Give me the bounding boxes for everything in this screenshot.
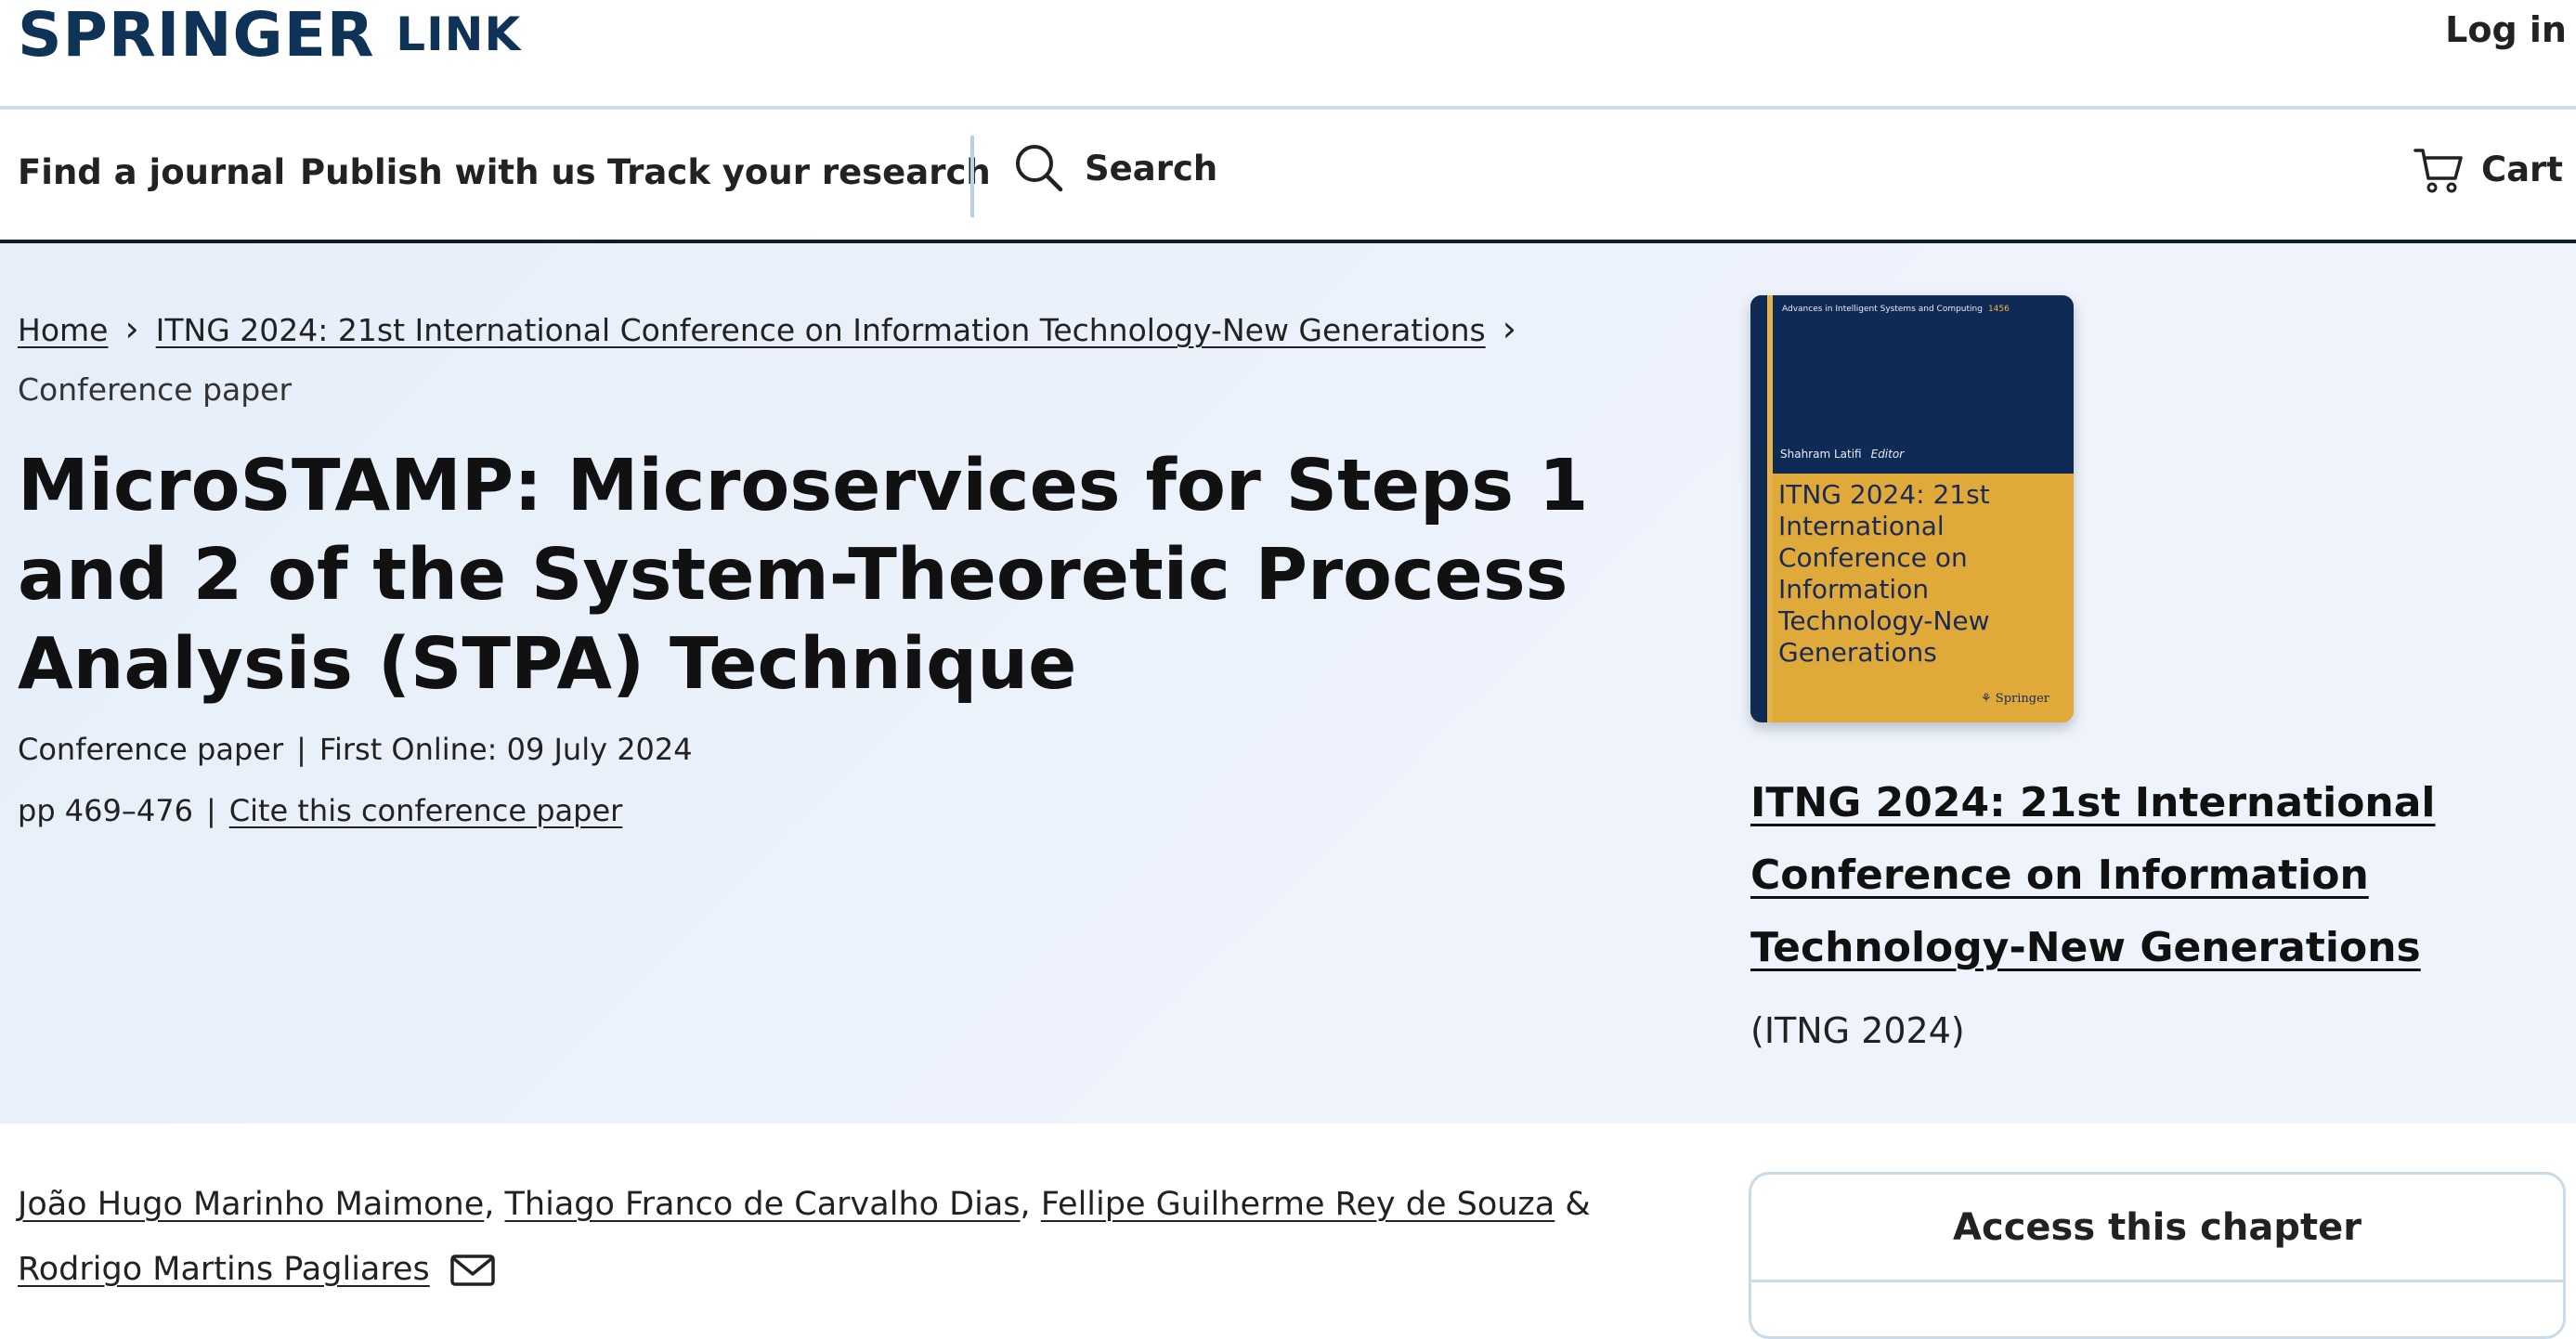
cover-editor-name: Shahram Latifi	[1780, 448, 1862, 461]
nav-publish-with-us[interactable]: Publish with us	[300, 152, 596, 192]
search-label: Search	[1085, 148, 1218, 188]
top-bar: SPRINGER LINK Log in	[0, 0, 2576, 110]
page-range: pp 469–476	[18, 793, 193, 828]
search-icon	[1016, 145, 1063, 192]
cover-editor-role: Editor	[1870, 448, 1905, 461]
nav-track-research[interactable]: Track your research	[607, 152, 991, 192]
cart-icon	[2413, 149, 2463, 193]
book-title-link[interactable]: ITNG 2024: 21st International Conference…	[1750, 767, 2568, 984]
pages-meta: pp 469–476 | Cite this conference paper	[18, 793, 623, 828]
cover-spine-stripe	[1767, 295, 1773, 722]
search-button[interactable]: Search	[1014, 143, 1217, 193]
springer-link-logo[interactable]: SPRINGER LINK	[18, 0, 522, 71]
cover-title: ITNG 2024: 21st International Conference…	[1778, 479, 1990, 668]
publication-meta: Conference paper | First Online: 09 July 2…	[18, 732, 693, 767]
breadcrumb: Home › ITNG 2024: 21st International Confe…	[18, 299, 1652, 420]
article-hero: Home › ITNG 2024: 21st International Confe…	[0, 243, 2576, 1124]
brand-part1: SPRINGER	[18, 0, 375, 71]
cover-publisher-name: Springer	[1995, 692, 2049, 706]
cover-series-name: Advances in Intelligent Systems and Comp…	[1782, 305, 1983, 314]
cover-series: Advances in Intelligent Systems and Comp…	[1782, 305, 2010, 314]
nav-find-journal[interactable]: Find a journal	[18, 152, 285, 192]
main-nav: Find a journal Publish with us Track you…	[0, 110, 2576, 243]
author-link[interactable]: Fellipe Guilherme Rey de Souza	[1041, 1186, 1555, 1223]
cite-link[interactable]: Cite this conference paper	[229, 793, 623, 828]
cover-spine	[1750, 295, 1767, 722]
chevron-right-icon: ›	[1502, 308, 1516, 349]
breadcrumb-home[interactable]: Home	[18, 312, 108, 348]
author-link[interactable]: João Hugo Marinho Maimone	[18, 1186, 484, 1223]
book-cover-image[interactable]: Advances in Intelligent Systems and Comp…	[1750, 295, 2074, 722]
author-conjunction: &	[1565, 1186, 1591, 1223]
cover-publisher: ⚘ Springer	[1981, 692, 2049, 706]
first-online-date: First Online: 09 July 2024	[319, 732, 693, 767]
chevron-right-icon: ›	[124, 308, 139, 349]
content-type: Conference paper	[18, 732, 284, 767]
cover-series-number: 1456	[1987, 305, 2010, 314]
breadcrumb-conference[interactable]: ITNG 2024: 21st International Conference…	[156, 312, 1486, 348]
author-link[interactable]: Thiago Franco de Carvalho Dias	[505, 1186, 1021, 1223]
cart-button[interactable]: Cart	[2413, 143, 2563, 195]
brand-part2: LINK	[396, 7, 522, 61]
access-chapter-box: Access this chapter	[1749, 1172, 2566, 1339]
login-link[interactable]: Log in	[2445, 9, 2567, 50]
cover-editor: Shahram Latifi Editor	[1780, 448, 1904, 461]
page-title: MicroSTAMP: Microservices for Steps 1 an…	[18, 445, 1589, 706]
email-icon[interactable]	[449, 1252, 496, 1289]
breadcrumb-current: Conference paper	[18, 371, 293, 408]
author-link[interactable]: Rodrigo Martins Pagliares	[18, 1251, 430, 1288]
cart-label: Cart	[2480, 149, 2563, 189]
book-abbreviation: (ITNG 2024)	[1750, 1010, 1965, 1051]
author-list: João Hugo Marinho Maimone, Thiago Franco…	[18, 1186, 1591, 1289]
access-chapter-title: Access this chapter	[1751, 1175, 2563, 1282]
nav-divider	[970, 136, 974, 217]
